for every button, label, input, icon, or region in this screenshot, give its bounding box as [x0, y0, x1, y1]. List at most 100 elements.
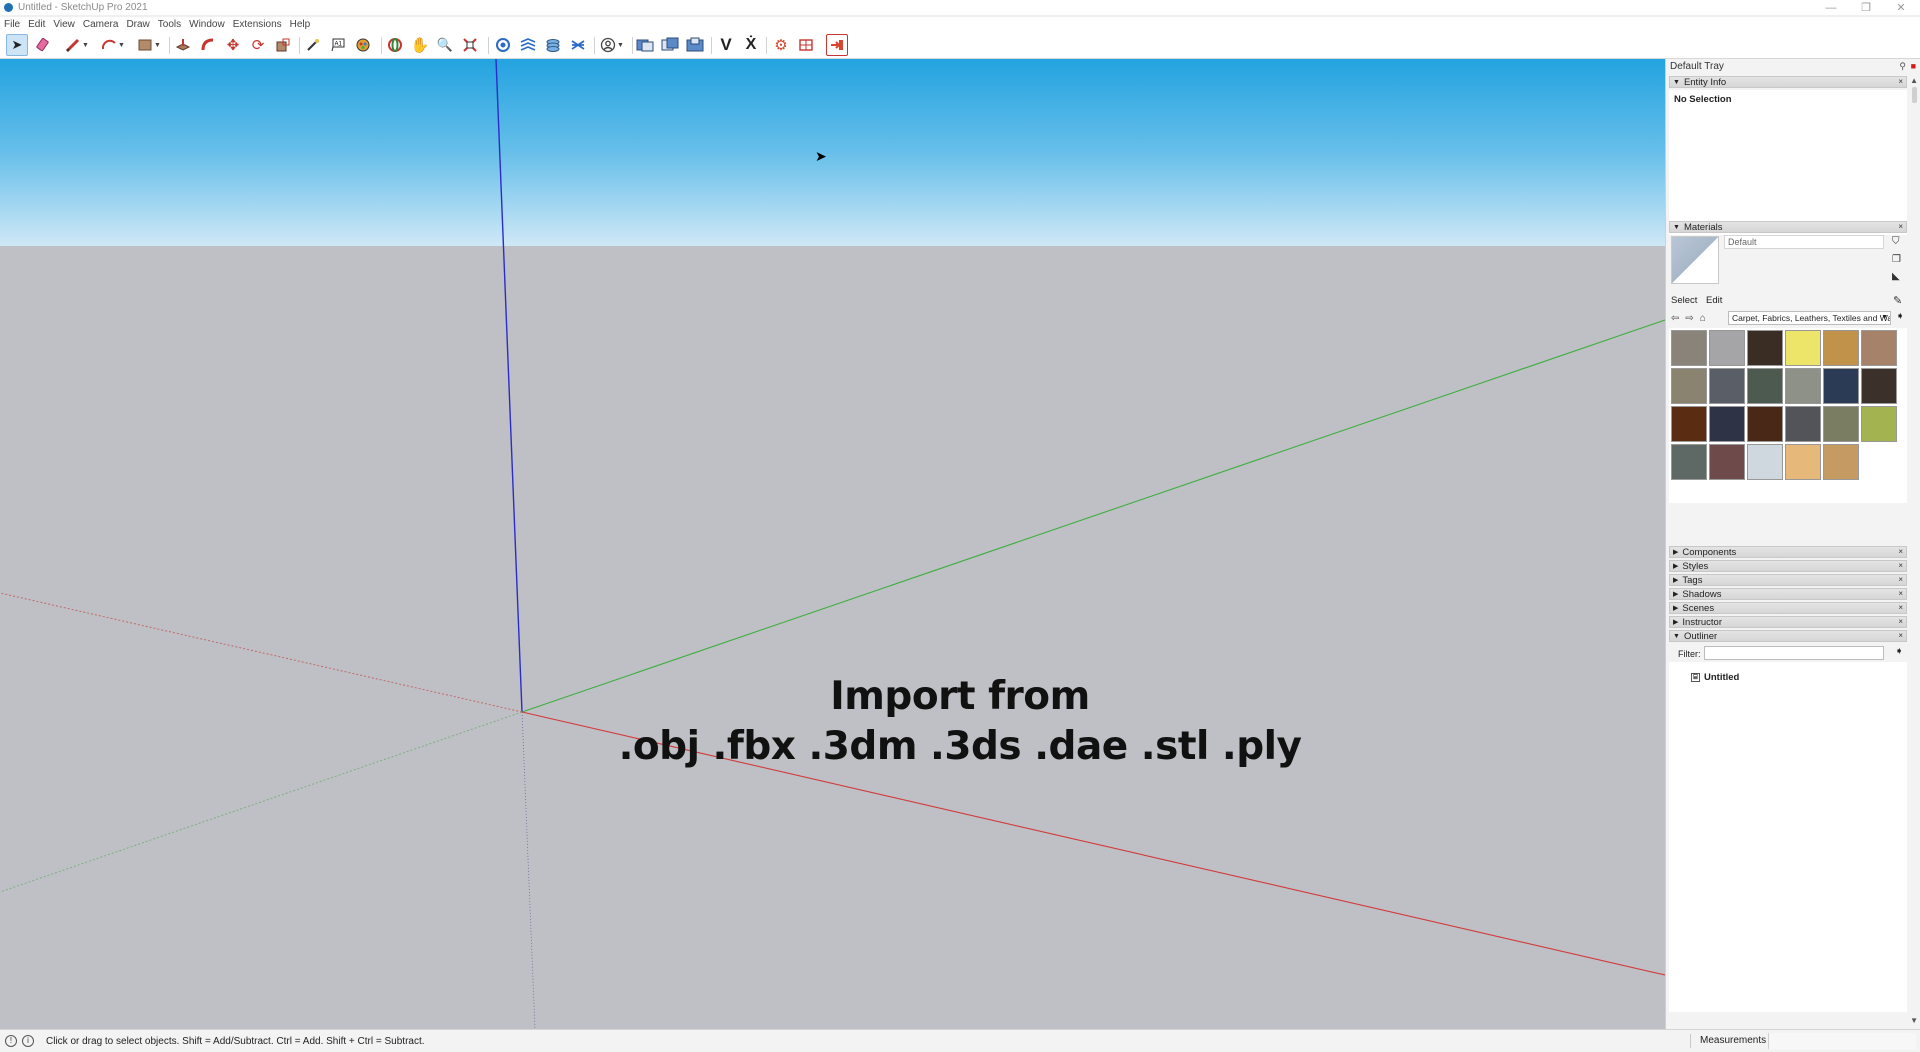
tray-close-icon[interactable]: ■ — [1911, 61, 1916, 71]
material-swatch[interactable] — [1823, 330, 1859, 366]
tab-select[interactable]: Select — [1671, 295, 1697, 306]
export-button[interactable] — [795, 34, 817, 56]
material-swatch[interactable] — [1747, 444, 1783, 480]
pan-tool-button[interactable]: ✋ — [409, 34, 431, 56]
material-swatch[interactable] — [1823, 368, 1859, 404]
components-header[interactable]: ▶ Components × — [1669, 546, 1907, 558]
layers-tool-button[interactable] — [542, 34, 564, 56]
pin-icon[interactable]: ⚲ — [1899, 61, 1906, 72]
instructor-header[interactable]: ▶ Instructor × — [1669, 616, 1907, 628]
info-icon[interactable]: i — [22, 1035, 34, 1047]
close-button[interactable]: ✕ — [1886, 0, 1916, 15]
measurements-input[interactable] — [1768, 1033, 1916, 1049]
extension-warehouse-button[interactable] — [684, 34, 706, 56]
import-button[interactable] — [826, 34, 848, 56]
material-library-select[interactable]: Carpet, Fabrics, Leathers, Textiles and … — [1728, 311, 1891, 325]
close-panel-icon[interactable]: × — [1898, 617, 1903, 626]
material-swatch[interactable] — [1747, 330, 1783, 366]
vray-button[interactable]: V — [715, 34, 737, 56]
share-model-button[interactable] — [659, 34, 681, 56]
tray-scrollbar[interactable] — [1912, 87, 1917, 103]
rotate-tool-button[interactable]: ⟳ — [247, 34, 269, 56]
tags-header[interactable]: ▶ Tags × — [1669, 574, 1907, 586]
material-swatch[interactable] — [1671, 444, 1707, 480]
material-swatch[interactable] — [1709, 368, 1745, 404]
settings-button[interactable]: ⚙ — [770, 34, 792, 56]
close-panel-icon[interactable]: × — [1898, 547, 1903, 556]
material-swatch[interactable] — [1861, 330, 1897, 366]
arc-tool-button[interactable]: ▼ — [98, 34, 128, 56]
close-panel-icon[interactable]: × — [1898, 589, 1903, 598]
section-plane-tool-button[interactable] — [492, 34, 514, 56]
create-material-icon[interactable]: ❐ — [1892, 254, 1901, 265]
rectangle-tool-button[interactable]: ▼ — [134, 34, 164, 56]
orbit-tool-button[interactable] — [384, 34, 406, 56]
material-swatch[interactable] — [1709, 406, 1745, 442]
3d-warehouse-button[interactable] — [634, 34, 656, 56]
outliner-filter-input[interactable] — [1704, 646, 1884, 660]
push-pull-tool-button[interactable] — [172, 34, 194, 56]
styles-header[interactable]: ▶ Styles × — [1669, 560, 1907, 572]
material-swatch[interactable] — [1785, 406, 1821, 442]
material-swatch[interactable] — [1709, 330, 1745, 366]
display-secondary-icon[interactable]: ⛉ — [1892, 236, 1900, 247]
material-name-field[interactable]: Default — [1724, 235, 1884, 249]
menu-extensions[interactable]: Extensions — [233, 19, 282, 30]
vray-light-button[interactable]: Ẋ — [740, 34, 762, 56]
material-swatch[interactable] — [1861, 368, 1897, 404]
material-swatch[interactable] — [1747, 406, 1783, 442]
material-swatch[interactable] — [1747, 368, 1783, 404]
tape-measure-tool-button[interactable] — [302, 34, 324, 56]
menu-draw[interactable]: Draw — [126, 19, 149, 30]
3d-viewport[interactable]: Import from .obj .fbx .3dm .3ds .dae .st… — [0, 59, 1665, 1029]
close-panel-icon[interactable]: × — [1898, 603, 1903, 612]
material-swatch[interactable] — [1671, 406, 1707, 442]
material-swatch[interactable] — [1823, 444, 1859, 480]
material-swatch[interactable] — [1671, 330, 1707, 366]
forward-arrow-icon[interactable]: ⇨ — [1685, 313, 1693, 324]
outliner-header[interactable]: ▼ Outliner × — [1669, 630, 1907, 642]
menu-window[interactable]: Window — [189, 19, 225, 30]
material-swatch[interactable] — [1785, 330, 1821, 366]
materials-header[interactable]: ▼ Materials × — [1669, 221, 1907, 233]
menu-view[interactable]: View — [53, 19, 75, 30]
entity-info-header[interactable]: ▼ Entity Info × — [1669, 76, 1907, 88]
menu-help[interactable]: Help — [290, 19, 311, 30]
material-swatch[interactable] — [1861, 406, 1897, 442]
close-panel-icon[interactable]: × — [1898, 575, 1903, 584]
scale-tool-button[interactable] — [272, 34, 294, 56]
material-swatch[interactable] — [1823, 406, 1859, 442]
scroll-up-icon[interactable]: ▲ — [1910, 76, 1918, 85]
menu-file[interactable]: File — [4, 19, 20, 30]
close-panel-icon[interactable]: × — [1898, 77, 1903, 86]
text-tool-button[interactable]: A1 — [327, 34, 349, 56]
scenes-header[interactable]: ▶ Scenes × — [1669, 602, 1907, 614]
material-swatch[interactable] — [1785, 444, 1821, 480]
move-tool-button[interactable]: ✥ — [222, 34, 244, 56]
line-tool-button[interactable]: ▼ — [62, 34, 92, 56]
details-arrow-icon[interactable]: ➧ — [1896, 311, 1904, 322]
select-tool-button[interactable]: ➤ — [6, 34, 28, 56]
close-panel-icon[interactable]: × — [1898, 561, 1903, 570]
close-panel-icon[interactable]: × — [1898, 222, 1903, 231]
material-preview[interactable] — [1671, 236, 1719, 284]
eraser-tool-button[interactable] — [33, 34, 55, 56]
sample-paint-icon[interactable]: ✎ — [1893, 294, 1902, 307]
outliner-root-node[interactable]: ⌸ Untitled — [1691, 672, 1739, 683]
minimize-button[interactable]: — — [1816, 0, 1846, 15]
menu-camera[interactable]: Camera — [83, 19, 119, 30]
restore-button[interactable]: ❐ — [1851, 0, 1881, 15]
tab-edit[interactable]: Edit — [1706, 295, 1722, 306]
follow-me-tool-button[interactable] — [197, 34, 219, 56]
extension-tool-button[interactable] — [567, 34, 589, 56]
material-swatch[interactable] — [1671, 368, 1707, 404]
paint-bucket-tool-button[interactable] — [352, 34, 374, 56]
geo-location-icon[interactable]: ! — [5, 1035, 17, 1047]
back-arrow-icon[interactable]: ⇦ — [1671, 313, 1679, 324]
home-icon[interactable]: ⌂ — [1700, 313, 1706, 324]
default-material-icon[interactable]: ◣ — [1892, 271, 1900, 282]
material-swatch[interactable] — [1785, 368, 1821, 404]
account-button[interactable]: ▼ — [597, 34, 627, 56]
outliner-details-icon[interactable]: ➧ — [1895, 646, 1903, 657]
scroll-down-icon[interactable]: ▼ — [1910, 1016, 1918, 1025]
